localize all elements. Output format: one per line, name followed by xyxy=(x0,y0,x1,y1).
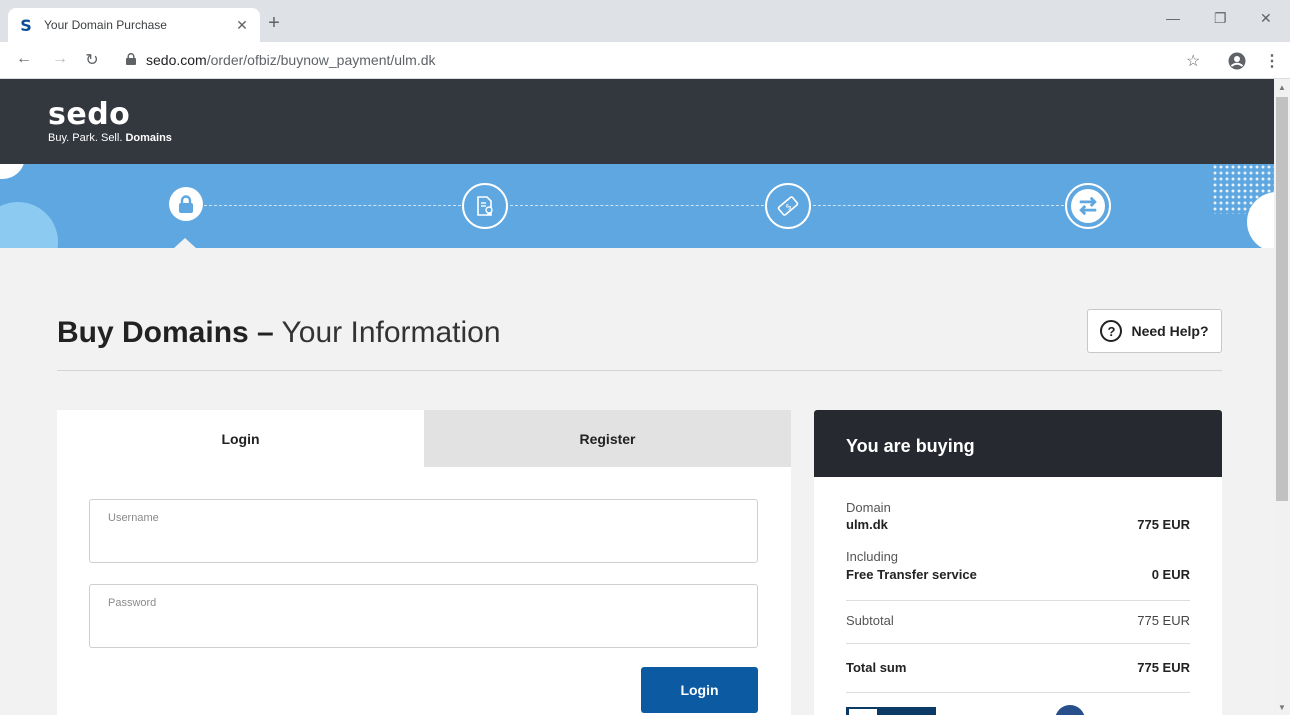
step-4-transfer xyxy=(1065,183,1111,229)
step-4-inner xyxy=(1071,189,1105,223)
trust-badge-logo-mark xyxy=(849,709,877,715)
svg-text:$: $ xyxy=(784,202,794,212)
scroll-up-arrow-icon[interactable]: ▲ xyxy=(1278,83,1286,92)
username-input[interactable] xyxy=(108,530,738,546)
minimize-icon[interactable]: — xyxy=(1166,10,1180,26)
username-label: Username xyxy=(108,512,159,524)
need-help-label: Need Help? xyxy=(1131,323,1209,339)
step-connector xyxy=(510,205,764,206)
including-label: Including xyxy=(846,549,899,564)
sedo-logo[interactable]: sedo xyxy=(48,97,130,132)
login-panel: Login Register Username Password Login xyxy=(57,410,791,715)
service-price: 0 EUR xyxy=(1151,567,1190,582)
summary-divider xyxy=(846,692,1190,693)
menu-kebab-icon[interactable]: ⋮ xyxy=(1264,51,1280,71)
bookmark-star-icon[interactable]: ☆ xyxy=(1186,51,1200,71)
site-header: sedo Buy. Park. Sell. Domains xyxy=(0,79,1274,164)
trust-seal-icon xyxy=(1055,705,1085,715)
browser-tab-bar: S Your Domain Purchase ✕ + — ❐ ✕ xyxy=(0,0,1290,42)
url-field[interactable]: sedo.com/order/ofbiz/buynow_payment/ulm.… xyxy=(146,52,436,68)
secure-lock-icon xyxy=(126,53,136,65)
window-close-icon[interactable]: ✕ xyxy=(1260,10,1272,27)
domain-price: 775 EUR xyxy=(1137,517,1190,532)
address-bar: ← → ↻ sedo.com/order/ofbiz/buynow_paymen… xyxy=(0,42,1290,79)
lock-icon xyxy=(179,195,193,213)
password-input[interactable] xyxy=(108,615,738,631)
order-summary: You are buying Domain ulm.dk 775 EUR Inc… xyxy=(814,410,1222,715)
heading-divider xyxy=(57,370,1222,371)
certificate-icon xyxy=(477,196,493,216)
scroll-down-arrow-icon[interactable]: ▼ xyxy=(1278,703,1286,712)
back-icon[interactable]: ← xyxy=(14,50,34,68)
reload-icon[interactable]: ↻ xyxy=(82,50,102,70)
decor-circle xyxy=(0,202,58,248)
restore-icon[interactable]: ❐ xyxy=(1214,10,1227,27)
tab-title: Your Domain Purchase xyxy=(44,18,167,32)
domain-label: Domain xyxy=(846,500,891,515)
step-2-contract xyxy=(462,183,508,229)
step-1-lock xyxy=(169,187,203,221)
page-viewport: sedo Buy. Park. Sell. Domains $ Buy Doma… xyxy=(0,79,1274,715)
tagline-plain: Buy. Park. Sell. xyxy=(48,132,123,144)
summary-divider xyxy=(846,600,1190,601)
password-field[interactable]: Password xyxy=(89,584,758,648)
forward-icon[interactable]: → xyxy=(50,50,70,68)
page-scrollbar[interactable]: ▲ ▼ xyxy=(1274,79,1290,715)
service-name: Free Transfer service xyxy=(846,567,977,582)
page-title-light: Your Information xyxy=(281,316,501,349)
page-title: Buy Domains – Your Information xyxy=(57,316,501,350)
profile-icon[interactable] xyxy=(1228,52,1246,70)
question-circle-icon: ? xyxy=(1100,320,1123,342)
summary-title: You are buying xyxy=(814,410,1222,477)
browser-tab[interactable]: S Your Domain Purchase ✕ xyxy=(8,8,260,42)
scrollbar-thumb[interactable] xyxy=(1276,97,1288,501)
subtotal-value: 775 EUR xyxy=(1137,613,1190,628)
step-connector xyxy=(204,205,461,206)
total-value: 775 EUR xyxy=(1137,660,1190,675)
checkout-steps-bar: $ xyxy=(0,164,1274,248)
decor-dots xyxy=(1212,164,1274,214)
logo-tagline: Buy. Park. Sell. Domains xyxy=(48,132,172,144)
tab-login[interactable]: Login xyxy=(57,410,424,467)
page-title-bold: Buy Domains – xyxy=(57,316,274,349)
decor-circle xyxy=(0,164,25,179)
step-connector xyxy=(813,205,1064,206)
url-host: sedo.com xyxy=(146,52,207,68)
close-tab-icon[interactable]: ✕ xyxy=(234,17,250,34)
total-label: Total sum xyxy=(846,660,907,675)
need-help-button[interactable]: ? Need Help? xyxy=(1087,309,1222,353)
tagline-bold: Domains xyxy=(125,132,172,144)
password-label: Password xyxy=(108,597,157,609)
step-3-payment: $ xyxy=(765,183,811,229)
transfer-arrows-icon xyxy=(1079,196,1097,216)
username-field[interactable]: Username xyxy=(89,499,758,563)
login-button[interactable]: Login xyxy=(641,667,758,713)
sedo-favicon-icon: S xyxy=(20,15,32,35)
new-tab-icon[interactable]: + xyxy=(264,13,284,33)
active-step-pointer xyxy=(174,238,196,248)
domain-name: ulm.dk xyxy=(846,517,888,532)
url-path: /order/ofbiz/buynow_payment/ulm.dk xyxy=(206,52,436,68)
subtotal-label: Subtotal xyxy=(846,613,894,628)
tab-register[interactable]: Register xyxy=(424,410,791,467)
payment-ticket-icon: $ xyxy=(777,196,799,216)
summary-divider xyxy=(846,643,1190,644)
